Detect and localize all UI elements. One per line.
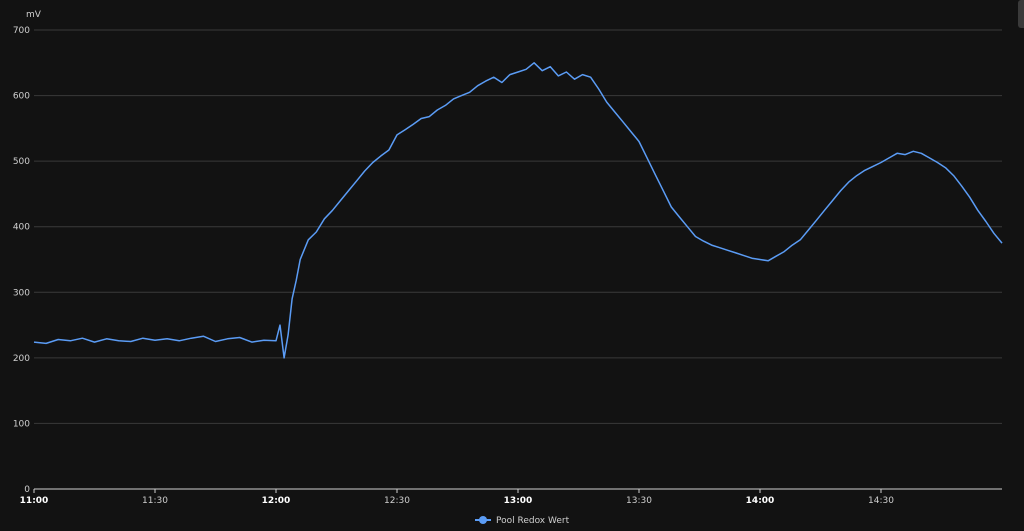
y-tick-label: 600: [13, 92, 30, 102]
redox-line-chart: 0 100 200 300 400 500 600 700 11:00 11:30 12:00 12:…: [13, 10, 1003, 526]
y-tick-label: 200: [13, 354, 30, 364]
y-tick-label: 400: [13, 223, 30, 233]
legend[interactable]: Pool Redox Wert: [475, 516, 570, 526]
y-tick-label: 300: [13, 288, 30, 298]
x-tick-label: 12:00: [262, 496, 291, 506]
y-tick-label: 700: [13, 26, 30, 36]
axis-layer: 0 100 200 300 400 500 600 700 11:00 11:30 12:00 12:…: [13, 26, 1002, 506]
x-tick-label: 14:30: [868, 496, 894, 506]
y-tick-label: 500: [13, 157, 30, 167]
series-line-pool-redox: [33, 62, 1003, 359]
x-tick-label: 12:30: [384, 496, 410, 506]
x-tick-label: 14:00: [746, 496, 775, 506]
x-tick-label: 11:30: [142, 496, 168, 506]
y-tick-label: 0: [24, 485, 30, 495]
legend-swatch-dot: [479, 516, 487, 524]
corner-tab[interactable]: [1018, 0, 1024, 28]
x-tick-label: 13:30: [626, 496, 652, 506]
series-layer: [33, 62, 1003, 359]
x-tick-label: 11:00: [20, 496, 49, 506]
y-axis-unit-label: mV: [26, 10, 42, 20]
legend-label[interactable]: Pool Redox Wert: [496, 516, 570, 526]
grid-layer: [34, 29, 1002, 424]
x-tick-label: 13:00: [504, 496, 533, 506]
y-tick-label: 100: [13, 419, 30, 429]
